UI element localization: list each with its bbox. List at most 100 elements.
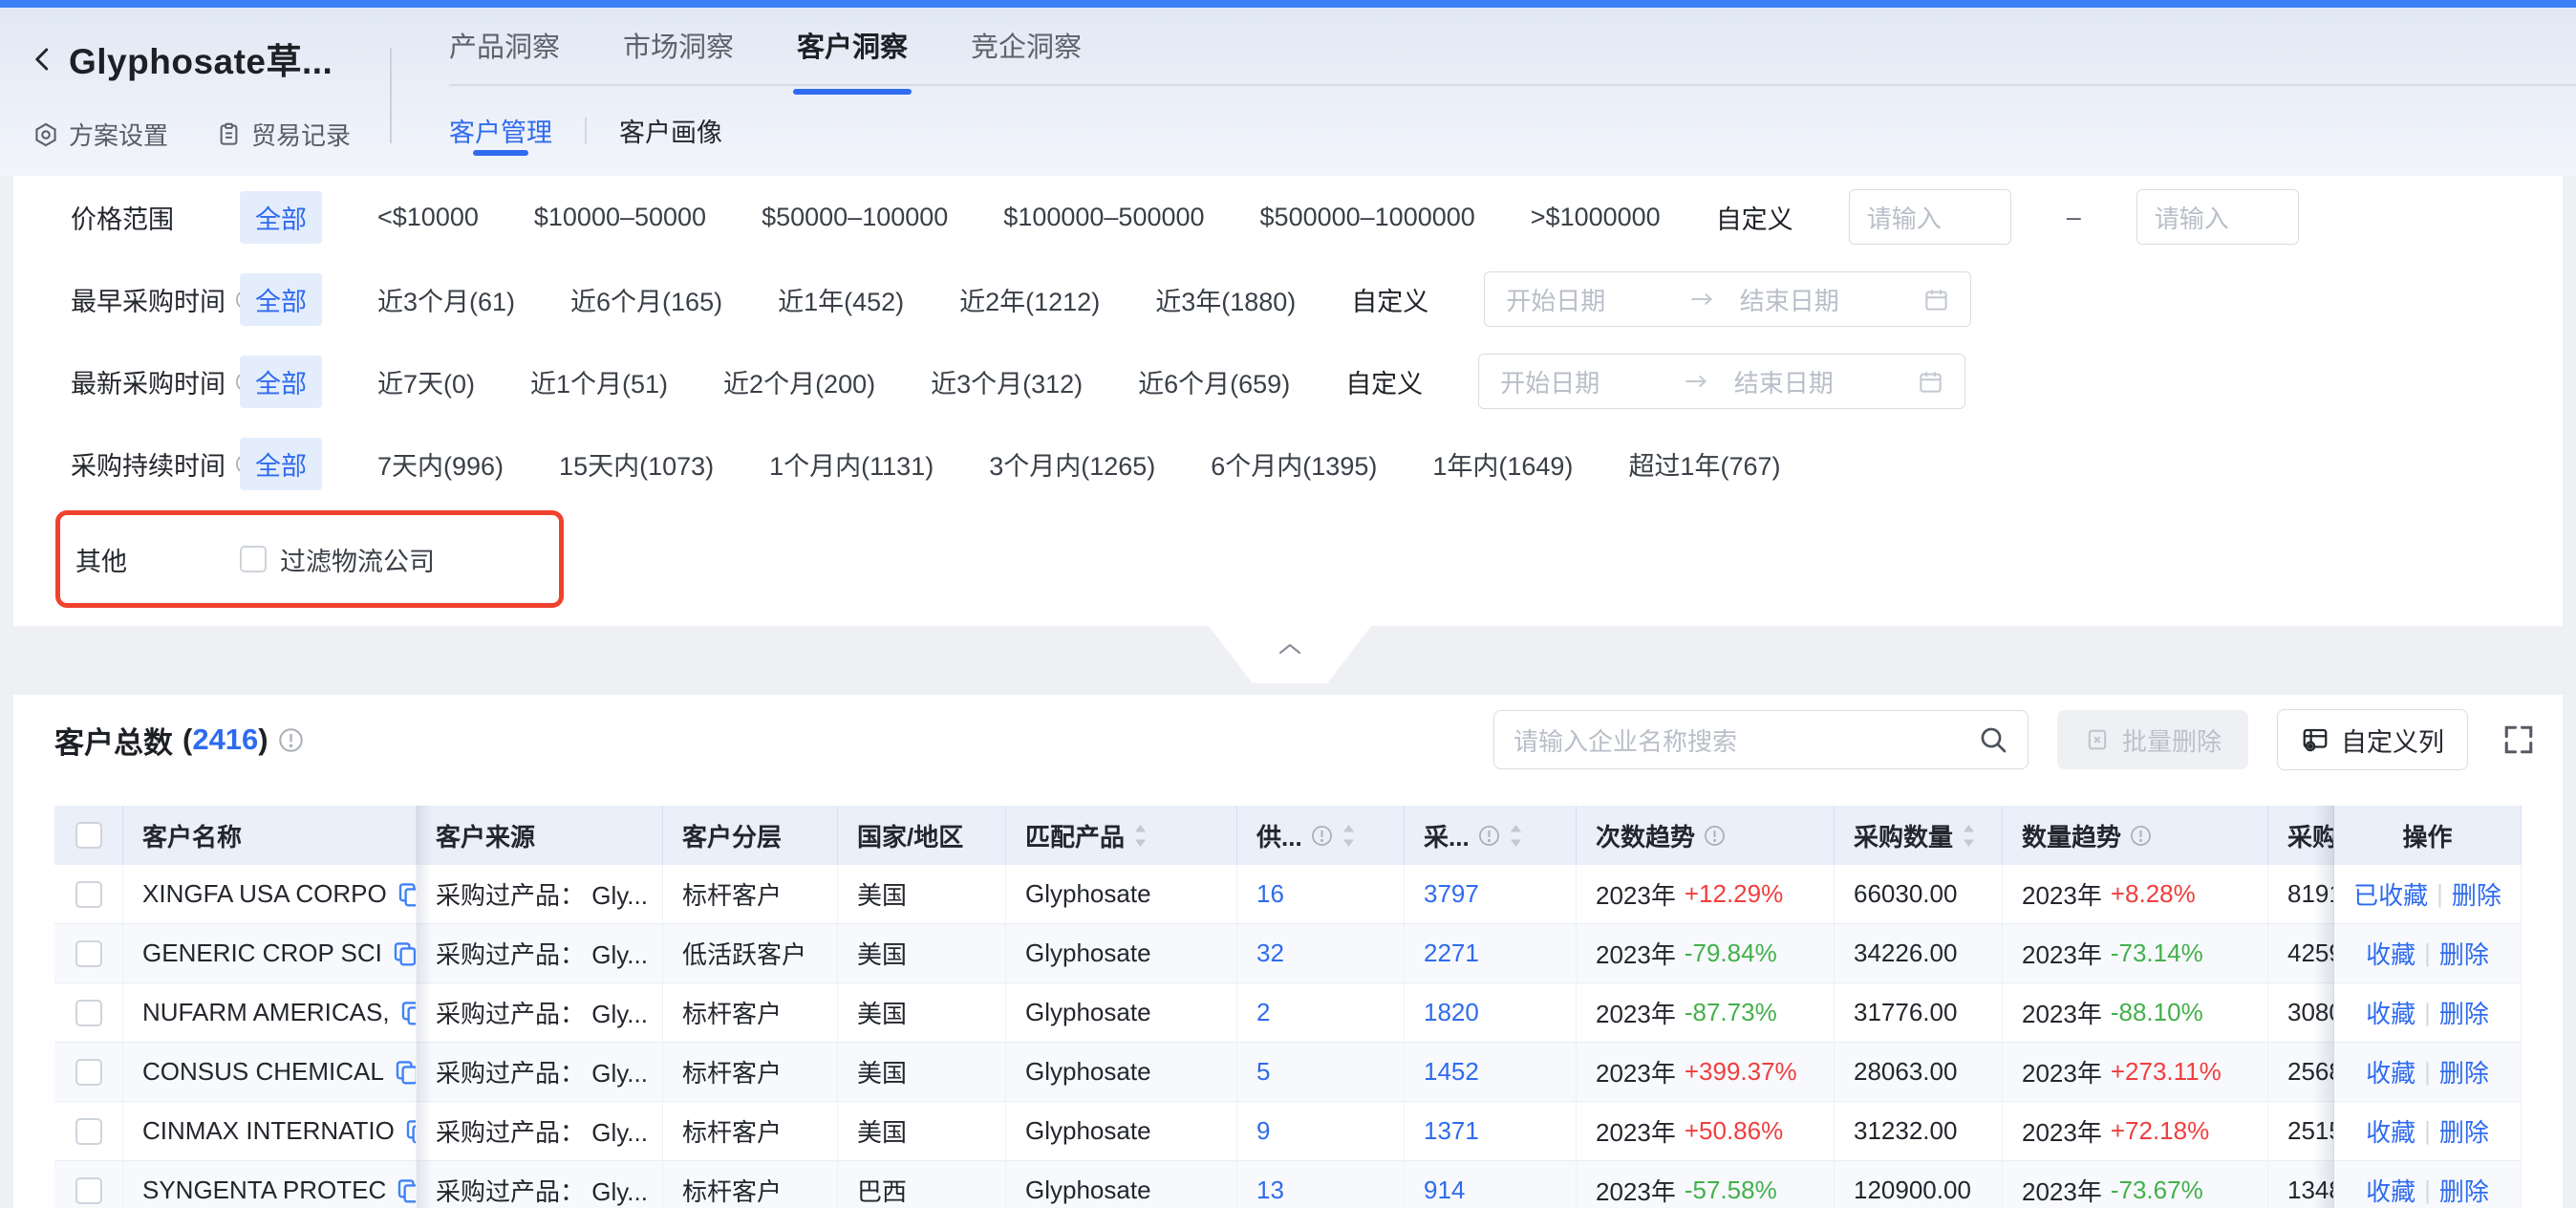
favorite-button[interactable]: 收藏 (2366, 995, 2415, 1030)
filter-options: 全部 近7天(0) 近1个月(51) 近2个月(200) 近3个月(312) 近6个月(6… (240, 354, 1965, 409)
suppliers-count-link[interactable]: 13 (1256, 1176, 1284, 1205)
delete-button[interactable]: 删除 (2439, 1173, 2489, 1208)
company-search-input[interactable]: 请输入企业名称搜索 (1493, 710, 2029, 769)
filter-option[interactable]: 3个月内(1265) (989, 445, 1155, 483)
header-tool-scheme-settings[interactable]: 方案设置 (32, 117, 168, 152)
filter-option[interactable]: >$1000000 (1531, 203, 1661, 232)
favorite-button[interactable]: 收藏 (2366, 1113, 2415, 1149)
batch-delete-button[interactable]: 批量删除 (2057, 710, 2248, 769)
filter-option[interactable]: 全部 (240, 438, 322, 490)
sort-icon[interactable] (1962, 823, 1976, 849)
date-range-input[interactable]: 开始日期结束日期 (1478, 354, 1965, 409)
filter-option[interactable]: $500000–1000000 (1260, 203, 1475, 232)
filter-option[interactable]: 近2年(1212) (959, 281, 1100, 318)
filter-option[interactable]: 全部 (240, 356, 322, 408)
filter-option[interactable]: 15天内(1073) (559, 445, 714, 483)
purchase-amount-cell: 4259 (2268, 924, 2334, 982)
copy-icon[interactable] (395, 1176, 417, 1205)
filter-option[interactable]: 近6个月(165) (570, 281, 722, 318)
column-header-label: 国家/地区 (857, 818, 963, 853)
favorite-button[interactable]: 收藏 (2366, 1173, 2415, 1208)
select-all-checkbox[interactable] (75, 822, 102, 849)
row-checkbox[interactable] (75, 881, 102, 908)
favorite-button[interactable]: 已收藏 (2353, 876, 2428, 912)
filter-option[interactable]: 7天内(996) (377, 445, 504, 483)
custom-max-input[interactable]: 请输入 (2136, 189, 2299, 245)
filter-option[interactable]: $50000–100000 (762, 203, 948, 232)
copy-icon[interactable] (396, 880, 417, 909)
filter-option[interactable]: 近6个月(659) (1138, 363, 1290, 400)
filter-option[interactable]: 全部 (240, 273, 322, 326)
copy-icon[interactable] (391, 939, 417, 968)
favorite-button[interactable]: 收藏 (2366, 936, 2415, 971)
suppliers-count-link[interactable]: 32 (1256, 938, 1284, 968)
search-icon[interactable] (1978, 724, 2008, 755)
filter-option[interactable]: $10000–50000 (534, 203, 706, 232)
purchases-count-link[interactable]: 1452 (1424, 1057, 1479, 1087)
filter-custom-label[interactable]: 自定义 (1716, 199, 1793, 236)
back-button[interactable] (29, 42, 57, 76)
delete-button[interactable]: 删除 (2439, 1054, 2489, 1089)
subtab-2[interactable]: 客户画像 (619, 110, 722, 151)
filter-option[interactable]: 近2个月(200) (723, 363, 875, 400)
sort-icon[interactable] (1342, 823, 1356, 849)
filter-custom-label[interactable]: 自定义 (1345, 363, 1423, 400)
collapse-filter-button[interactable] (1209, 626, 1371, 683)
header-tool-trade-records[interactable]: 贸易记录 (216, 117, 351, 152)
row-checkbox[interactable] (75, 1177, 102, 1204)
start-date-placeholder: 开始日期 (1500, 364, 1685, 399)
row-checkbox[interactable] (75, 1000, 102, 1026)
purchases-count-link[interactable]: 1820 (1424, 998, 1479, 1027)
delete-button[interactable]: 删除 (2439, 1113, 2489, 1149)
tab-3[interactable]: 客户洞察 (797, 25, 908, 91)
filter-option[interactable]: 6个月内(1395) (1211, 445, 1377, 483)
filter-option[interactable]: 近1年(452) (778, 281, 904, 318)
filter-option[interactable]: <$10000 (377, 203, 479, 232)
purchases-count-link[interactable]: 3797 (1424, 879, 1479, 909)
copy-icon[interactable] (393, 1058, 417, 1087)
suppliers-count-link[interactable]: 16 (1256, 879, 1284, 909)
trend-year: 2023年 (1596, 936, 1676, 971)
subtab-1[interactable]: 客户管理 (449, 110, 552, 151)
filter-logistics-checkbox-label[interactable]: 过滤物流公司 (280, 541, 435, 578)
filter-option[interactable]: 近1个月(51) (530, 363, 668, 400)
matched-product-cell: Glyphosate (1006, 1043, 1237, 1101)
filter-option[interactable]: 近3个月(61) (377, 281, 515, 318)
row-checkbox[interactable] (75, 1118, 102, 1145)
filter-option[interactable]: 超过1年(767) (1628, 445, 1780, 483)
purchases-count-link[interactable]: 914 (1424, 1176, 1465, 1205)
suppliers-count-link[interactable]: 9 (1256, 1116, 1270, 1146)
row-checkbox[interactable] (75, 1059, 102, 1086)
copy-icon[interactable] (398, 999, 417, 1027)
filter-custom-label[interactable]: 自定义 (1351, 281, 1428, 318)
filter-logistics-checkbox[interactable] (240, 546, 267, 572)
suppliers-count-link[interactable]: 5 (1256, 1057, 1270, 1087)
purchases-count-link[interactable]: 2271 (1424, 938, 1479, 968)
filter-option[interactable]: $100000–500000 (1003, 203, 1204, 232)
filter-option[interactable]: 近3个月(312) (931, 363, 1083, 400)
filter-label: 最早采购时间 (71, 281, 225, 318)
filter-option[interactable]: 近3年(1880) (1155, 281, 1296, 318)
delete-button[interactable]: 删除 (2439, 936, 2489, 971)
delete-button[interactable]: 删除 (2439, 995, 2489, 1030)
date-range-input[interactable]: 开始日期结束日期 (1484, 271, 1971, 327)
tab-1[interactable]: 产品洞察 (449, 25, 560, 91)
sort-icon[interactable] (1133, 823, 1148, 849)
row-checkbox[interactable] (75, 940, 102, 967)
fullscreen-icon[interactable] (2502, 723, 2535, 756)
filter-option[interactable]: 全部 (240, 191, 322, 244)
filter-option[interactable]: 1个月内(1131) (769, 445, 934, 483)
filter-option[interactable]: 1年内(1649) (1432, 445, 1573, 483)
tab-4[interactable]: 竞企洞察 (971, 25, 1082, 91)
filter-option[interactable]: 近7天(0) (377, 363, 475, 400)
sort-icon[interactable] (1509, 823, 1523, 849)
delete-button[interactable]: 删除 (2452, 876, 2501, 912)
arrow-right-icon (1685, 375, 1709, 388)
custom-min-input[interactable]: 请输入 (1849, 189, 2011, 245)
favorite-button[interactable]: 收藏 (2366, 1054, 2415, 1089)
tab-2[interactable]: 市场洞察 (623, 25, 734, 91)
custom-columns-button[interactable]: 自定义列 (2277, 709, 2468, 770)
suppliers-count-link[interactable]: 2 (1256, 998, 1270, 1027)
copy-icon[interactable] (403, 1117, 417, 1146)
purchases-count-link[interactable]: 1371 (1424, 1116, 1479, 1146)
